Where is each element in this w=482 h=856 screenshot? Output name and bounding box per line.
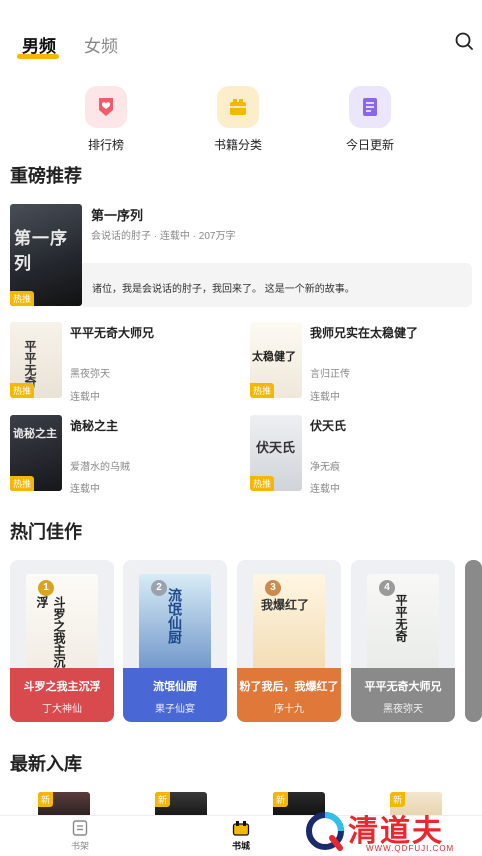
nav-bookstore[interactable]: 书城 <box>221 820 261 852</box>
book-author: 言归正传 <box>310 369 350 380</box>
watermark-logo: 清道夫 WWW.QDFUJI.COM <box>300 804 482 856</box>
book-cover: 平平无奇 <box>367 574 439 674</box>
cover-title: 太稳健了 <box>252 351 296 363</box>
cover-title: 斗罗之我主沉浮 <box>35 596 66 668</box>
featured-book-title[interactable]: 第一序列 <box>91 205 143 224</box>
cover-title: 平平无奇 <box>23 340 37 388</box>
book-cover[interactable]: 太稳健了 热推 <box>250 322 302 398</box>
featured-book-cover[interactable]: 第一序列 热推 <box>10 204 82 306</box>
bookshelf-icon <box>71 820 89 836</box>
rank-badge: 2 <box>151 580 167 596</box>
tab-active-indicator <box>17 54 59 59</box>
hot-badge: 热推 <box>10 476 35 491</box>
top-tabs: 男频 女频 <box>0 0 482 70</box>
section-title-featured: 重磅推荐 <box>10 166 82 186</box>
book-title[interactable]: 伏天氏 <box>310 417 346 434</box>
hot-book-card[interactable]: 2 流氓仙厨 流氓仙厨 果子仙宴 <box>123 560 227 722</box>
book-status: 连载中 <box>310 484 340 495</box>
featured-desc-box: 诸位，我是会说话的肘子，我回来了。 这是一个新的故事。 <box>82 263 472 307</box>
hot-badge: 热推 <box>10 291 35 306</box>
hot-book-card-partial[interactable] <box>465 560 482 722</box>
watermark-icon <box>306 812 344 851</box>
book-cover[interactable]: 平平无奇 热推 <box>10 322 62 398</box>
featured-description: 诸位，我是会说话的肘子，我回来了。 这是一个新的故事。 <box>92 284 355 295</box>
hot-badge: 热推 <box>10 383 35 398</box>
cover-title: 我爆红了 <box>261 598 310 612</box>
book-title: 粉了我后，我爆红了 <box>239 681 339 693</box>
cover-title: 流氓仙厨 <box>167 588 183 644</box>
category-icon <box>217 86 259 128</box>
book-author: 序十九 <box>274 704 304 715</box>
rank-badge: 3 <box>265 580 281 596</box>
book-author: 黑夜弥天 <box>383 704 423 715</box>
book-title: 斗罗之我主沉浮 <box>23 681 101 693</box>
new-badge: 新 <box>155 792 171 807</box>
book-status: 连载中 <box>70 484 100 495</box>
book-author: 丁大神仙 <box>42 704 82 715</box>
book-cover[interactable]: 诡秘之主 热推 <box>10 415 62 491</box>
hot-card-footer: 粉了我后，我爆红了 序十九 <box>237 668 341 722</box>
book-title[interactable]: 我师兄实在太稳健了 <box>310 324 418 341</box>
update-icon <box>349 86 391 128</box>
new-badge: 新 <box>38 792 54 807</box>
new-badge: 新 <box>273 792 289 807</box>
book-author: 爱潜水的乌贼 <box>70 462 130 473</box>
nav-label: 书架 <box>70 841 89 851</box>
book-status: 连载中 <box>70 392 100 403</box>
section-title-hot: 热门佳作 <box>10 522 82 542</box>
hot-book-card[interactable]: 3 我爆红了 粉了我后，我爆红了 序十九 <box>237 560 341 722</box>
section-title-new: 最新入库 <box>10 754 82 774</box>
quick-entry-label: 书籍分类 <box>213 138 262 152</box>
ranking-icon <box>85 86 127 128</box>
rank-badge: 4 <box>379 580 395 596</box>
featured-book-meta: 会说话的肘子 · 连载中 · 207万字 <box>91 231 236 242</box>
cover-title: 第一序列 <box>14 229 68 273</box>
nav-label: 书城 <box>231 841 250 851</box>
book-title[interactable]: 平平无奇大师兄 <box>70 324 154 341</box>
quick-entry-ranking[interactable]: 排行榜 <box>66 86 146 153</box>
hot-card-footer: 斗罗之我主沉浮 丁大神仙 <box>10 668 114 722</box>
book-author: 果子仙宴 <box>155 704 195 715</box>
cover-title: 伏天氏 <box>256 440 296 455</box>
cover-title: 平平无奇 <box>394 594 408 642</box>
book-cover: 斗罗之我主沉浮 <box>26 574 98 674</box>
book-cover: 流氓仙厨 <box>139 574 211 674</box>
book-author: 黑夜弥天 <box>70 369 110 380</box>
book-cover[interactable]: 伏天氏 热推 <box>250 415 302 491</box>
book-author: 净无痕 <box>310 462 340 473</box>
hot-book-card[interactable]: 4 平平无奇 平平无奇大师兄 黑夜弥天 <box>351 560 455 722</box>
tab-female[interactable]: 女频 <box>84 32 118 57</box>
hot-book-card[interactable]: 1 斗罗之我主沉浮 斗罗之我主沉浮 丁大神仙 <box>10 560 114 722</box>
cover-title: 诡秘之主 <box>13 428 57 440</box>
hot-card-footer: 平平无奇大师兄 黑夜弥天 <box>351 668 455 722</box>
book-title: 平平无奇大师兄 <box>364 681 442 693</box>
quick-entry-category[interactable]: 书籍分类 <box>198 86 278 153</box>
book-title: 流氓仙厨 <box>153 681 197 693</box>
hot-badge: 热推 <box>250 476 275 491</box>
quick-entry-label: 今日更新 <box>345 138 394 152</box>
book-status: 连载中 <box>310 392 340 403</box>
hot-badge: 热推 <box>250 383 275 398</box>
watermark-subtext: WWW.QDFUJI.COM <box>366 844 455 853</box>
search-icon[interactable] <box>453 30 475 52</box>
quick-entry-update[interactable]: 今日更新 <box>330 86 410 153</box>
nav-bookshelf[interactable]: 书架 <box>60 820 100 852</box>
book-title[interactable]: 诡秘之主 <box>70 417 118 434</box>
bookstore-icon <box>232 820 250 836</box>
quick-entry-label: 排行榜 <box>87 138 124 152</box>
book-cover: 我爆红了 <box>253 574 325 674</box>
hot-card-footer: 流氓仙厨 果子仙宴 <box>123 668 227 722</box>
rank-badge: 1 <box>38 580 54 596</box>
